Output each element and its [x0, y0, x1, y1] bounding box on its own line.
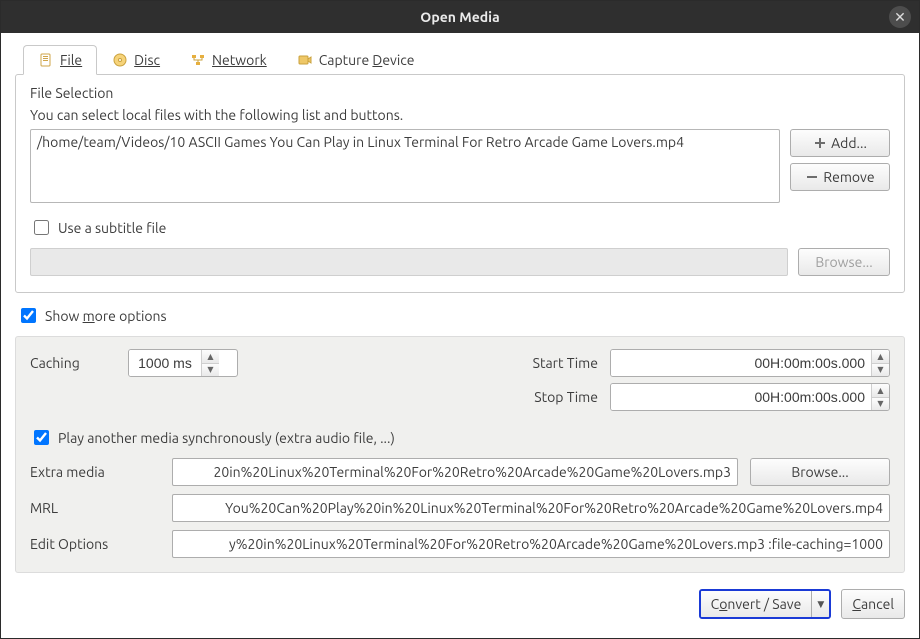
- tab-file-label: File: [60, 52, 82, 68]
- spinner-down-icon[interactable]: ▼: [872, 397, 889, 411]
- close-icon[interactable]: ✕: [889, 6, 911, 28]
- subtitle-label: Use a subtitle file: [58, 220, 166, 236]
- spinner-up-icon[interactable]: ▲: [872, 384, 889, 397]
- subtitle-browse-button: Browse...: [798, 248, 890, 276]
- file-selection-instruction: You can select local files with the foll…: [30, 107, 890, 123]
- extra-media-input[interactable]: 20in%20Linux%20Terminal%20For%20Retro%20…: [172, 458, 738, 486]
- add-button[interactable]: Add...: [790, 129, 890, 157]
- mrl-label: MRL: [30, 500, 160, 516]
- subtitle-path-input: [30, 248, 788, 276]
- convert-save-dropdown[interactable]: ▼: [811, 591, 829, 617]
- file-icon: [38, 52, 54, 68]
- disc-icon: [112, 52, 128, 68]
- plus-icon: [813, 136, 827, 150]
- caching-spinner[interactable]: ▲ ▼: [201, 350, 219, 376]
- tab-network-label: Network: [212, 52, 267, 68]
- tab-network[interactable]: Network: [175, 45, 282, 75]
- spinner-down-icon[interactable]: ▼: [202, 363, 219, 377]
- remove-button[interactable]: Remove: [790, 163, 890, 191]
- tab-file[interactable]: File: [23, 45, 97, 75]
- extra-media-browse-button[interactable]: Browse...: [750, 458, 890, 486]
- minus-icon: [805, 170, 819, 184]
- stop-time-input[interactable]: [611, 384, 871, 410]
- caching-spinbox[interactable]: ▲ ▼: [128, 349, 238, 377]
- mrl-input[interactable]: You%20Can%20Play%20in%20Linux%20Terminal…: [172, 494, 890, 522]
- edit-options-input[interactable]: y%20in%20Linux%20Terminal%20For%20Retro%…: [172, 530, 890, 558]
- cancel-button[interactable]: Cancel: [841, 589, 905, 619]
- tab-disc[interactable]: Disc: [97, 45, 175, 75]
- start-time-spinbox[interactable]: ▲ ▼: [610, 349, 890, 377]
- file-selection-legend: File Selection: [30, 85, 890, 101]
- caching-label: Caching: [30, 355, 120, 371]
- start-time-spinner[interactable]: ▲ ▼: [871, 350, 889, 376]
- window-title: Open Media: [1, 9, 919, 25]
- capture-icon: [297, 52, 313, 68]
- subtitle-checkbox[interactable]: [34, 220, 49, 235]
- play-sync-label: Play another media synchronously (extra …: [58, 430, 395, 446]
- start-time-label: Start Time: [512, 355, 602, 371]
- tab-capture[interactable]: Capture Device: [282, 45, 430, 75]
- tab-capture-label: Capture Device: [319, 52, 415, 68]
- tab-bar: File Disc Network Capture Device: [15, 45, 905, 75]
- start-time-input[interactable]: [611, 350, 871, 376]
- show-more-label: Show more options: [45, 308, 167, 324]
- file-list-item[interactable]: /home/team/Videos/10 ASCII Games You Can…: [37, 134, 773, 150]
- spinner-up-icon[interactable]: ▲: [872, 350, 889, 363]
- tab-disc-label: Disc: [134, 52, 160, 68]
- edit-options-label: Edit Options: [30, 536, 160, 552]
- extra-media-label: Extra media: [30, 464, 160, 480]
- network-icon: [190, 52, 206, 68]
- show-more-checkbox[interactable]: [21, 308, 36, 323]
- stop-time-spinbox[interactable]: ▲ ▼: [610, 383, 890, 411]
- spinner-down-icon[interactable]: ▼: [872, 363, 889, 377]
- convert-save-button[interactable]: Convert / Save ▼: [699, 589, 832, 619]
- file-list[interactable]: /home/team/Videos/10 ASCII Games You Can…: [30, 129, 780, 203]
- caching-input[interactable]: [129, 350, 201, 376]
- spinner-up-icon[interactable]: ▲: [202, 350, 219, 363]
- stop-time-label: Stop Time: [512, 389, 602, 405]
- play-sync-checkbox[interactable]: [34, 430, 49, 445]
- stop-time-spinner[interactable]: ▲ ▼: [871, 384, 889, 410]
